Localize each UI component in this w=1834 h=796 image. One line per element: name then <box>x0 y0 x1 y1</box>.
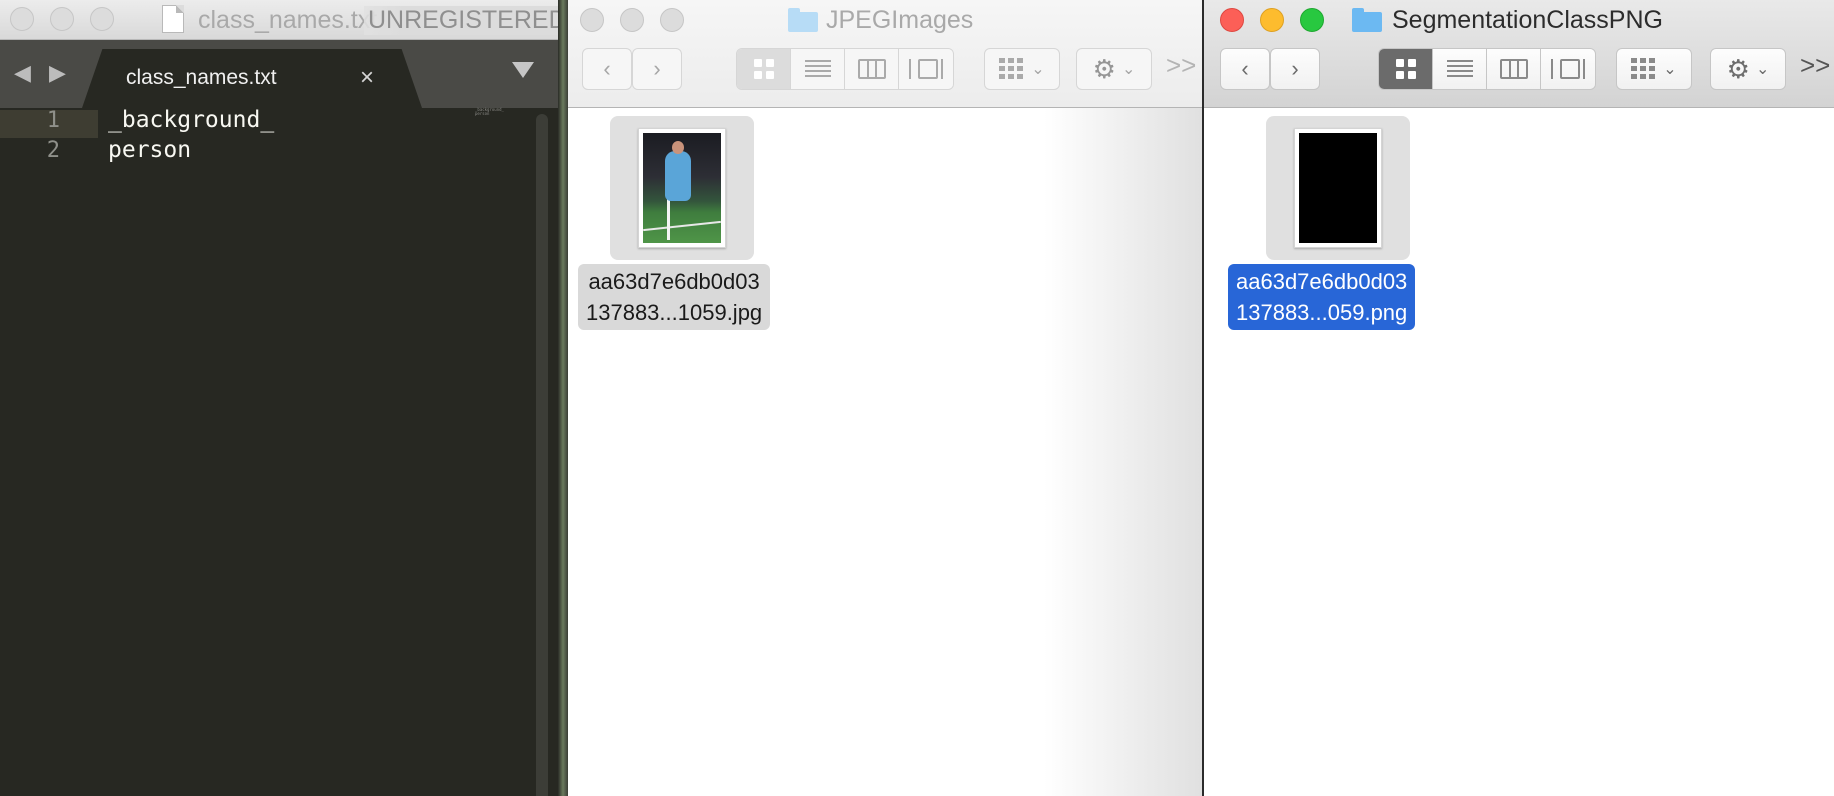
finder-minimize-button[interactable] <box>1260 8 1284 32</box>
list-view-icon <box>1446 60 1473 78</box>
forward-button[interactable]: › <box>1270 48 1320 90</box>
arrange-button[interactable]: ⌄ <box>1616 48 1692 90</box>
window-title: JPEGImages <box>826 6 974 34</box>
file-name-label[interactable]: aa63d7e6db0d03 137883...1059.jpg <box>578 264 771 330</box>
file-area[interactable]: aa63d7e6db0d03 137883...1059.jpg <box>568 108 1202 796</box>
finder-toolbar: JPEGImages ‹ › ⌄ ⚙ ⌄ >> <box>568 0 1202 108</box>
document-icon <box>162 5 184 33</box>
folder-icon <box>1352 8 1382 32</box>
editor-window-title: class_names.txt <box>198 6 378 34</box>
cover-flow-icon <box>909 59 943 79</box>
arrange-button[interactable]: ⌄ <box>984 48 1060 90</box>
chevron-down-icon: ⌄ <box>1121 61 1136 78</box>
text-editor-window: class_names.txt UNREGISTERED ◀ ▶ class_n… <box>0 0 558 796</box>
code-line[interactable]: person <box>108 137 191 163</box>
icon-view-button[interactable] <box>1379 49 1433 89</box>
column-view-icon <box>1499 59 1528 79</box>
editor-close-button[interactable] <box>10 7 34 31</box>
list-view-icon <box>804 60 831 78</box>
segmentation-mask-thumbnail <box>1299 133 1377 243</box>
icon-view-button[interactable] <box>737 49 791 89</box>
code-line[interactable]: _background_ <box>108 107 274 133</box>
file-name-line2: 137883...1059.jpg <box>586 300 763 325</box>
file-item-png[interactable] <box>1266 116 1410 260</box>
icon-view-icon <box>1395 59 1416 79</box>
column-view-button[interactable] <box>1487 49 1541 89</box>
line-number: 1 <box>46 108 60 133</box>
tab-menu-dropdown-icon[interactable] <box>512 62 534 78</box>
minimap[interactable]: _background_ person <box>475 108 504 116</box>
finder-window-jpegimages: JPEGImages ‹ › ⌄ ⚙ ⌄ >> aa63d7e6db0d03 1… <box>568 0 1202 796</box>
editor-zoom-button[interactable] <box>90 7 114 31</box>
finder-zoom-button[interactable] <box>660 8 684 32</box>
finder-toolbar: SegmentationClassPNG ‹ › ⌄ ⚙ ⌄ >> <box>1204 0 1834 108</box>
unregistered-label: UNREGISTERED <box>364 6 558 35</box>
tab-nav-arrows[interactable]: ◀ ▶ <box>14 60 72 86</box>
gear-icon: ⚙ <box>1726 53 1750 84</box>
view-mode-selector <box>736 48 954 90</box>
file-name-line1: aa63d7e6db0d03 <box>588 269 760 294</box>
cover-flow-button[interactable] <box>899 49 953 89</box>
column-view-button[interactable] <box>845 49 899 89</box>
chevron-down-icon: ⌄ <box>1031 61 1045 78</box>
finder-window-segmentationclasspng: SegmentationClassPNG ‹ › ⌄ ⚙ ⌄ >> aa63d7… <box>1204 0 1834 796</box>
editor-minimize-button[interactable] <box>50 7 74 31</box>
icon-view-icon <box>753 59 774 79</box>
tab-close-icon[interactable]: × <box>360 64 374 92</box>
gear-icon: ⚙ <box>1092 53 1116 84</box>
cover-flow-button[interactable] <box>1541 49 1595 89</box>
finder-close-button[interactable] <box>580 8 604 32</box>
file-name-line2: 137883...059.png <box>1236 300 1408 325</box>
action-button[interactable]: ⚙ ⌄ <box>1710 48 1786 90</box>
soccer-photo-thumbnail <box>643 133 721 243</box>
file-name-label-selected[interactable]: aa63d7e6db0d03 137883...059.png <box>1228 264 1416 330</box>
finder-close-button[interactable] <box>1220 8 1244 32</box>
action-button[interactable]: ⚙ ⌄ <box>1076 48 1152 90</box>
finder-zoom-button[interactable] <box>1300 8 1324 32</box>
file-area[interactable]: aa63d7e6db0d03 137883...059.png <box>1204 108 1834 796</box>
file-name-line1: aa63d7e6db0d03 <box>1236 269 1408 294</box>
line-number: 2 <box>46 138 60 163</box>
list-view-button[interactable] <box>1433 49 1487 89</box>
finder-minimize-button[interactable] <box>620 8 644 32</box>
arrange-icon <box>999 58 1026 80</box>
arrange-icon <box>1631 58 1658 80</box>
back-button[interactable]: ‹ <box>582 48 632 90</box>
cover-flow-icon <box>1551 59 1585 79</box>
toolbar-overflow-button[interactable]: >> <box>1800 50 1830 81</box>
forward-button[interactable]: › <box>632 48 682 90</box>
image-thumbnail <box>638 128 726 248</box>
window-title: SegmentationClassPNG <box>1392 6 1663 34</box>
back-button[interactable]: ‹ <box>1220 48 1270 90</box>
editor-scrollbar[interactable] <box>536 114 548 796</box>
folder-icon <box>788 8 818 32</box>
image-thumbnail <box>1294 128 1382 248</box>
chevron-down-icon: ⌄ <box>1755 61 1770 78</box>
toolbar-overflow-button[interactable]: >> <box>1166 50 1196 81</box>
chevron-down-icon: ⌄ <box>1663 61 1677 78</box>
tab-label[interactable]: class_names.txt <box>126 66 277 90</box>
column-view-icon <box>857 59 886 79</box>
desktop-gap <box>558 0 568 796</box>
view-mode-selector <box>1378 48 1596 90</box>
list-view-button[interactable] <box>791 49 845 89</box>
file-item-jpg[interactable] <box>610 116 754 260</box>
